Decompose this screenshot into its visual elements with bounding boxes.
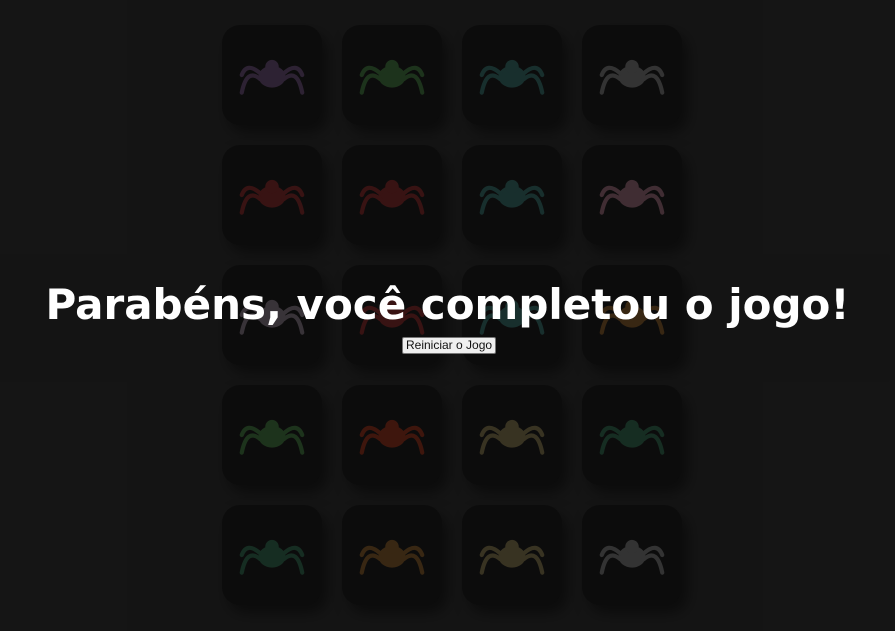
win-message: Parabéns, você completou o jogo! — [45, 280, 850, 329]
game-screen: Parabéns, você completou o jogo! Reinici… — [0, 0, 895, 631]
restart-button[interactable]: Reiniciar o Jogo — [402, 337, 497, 354]
